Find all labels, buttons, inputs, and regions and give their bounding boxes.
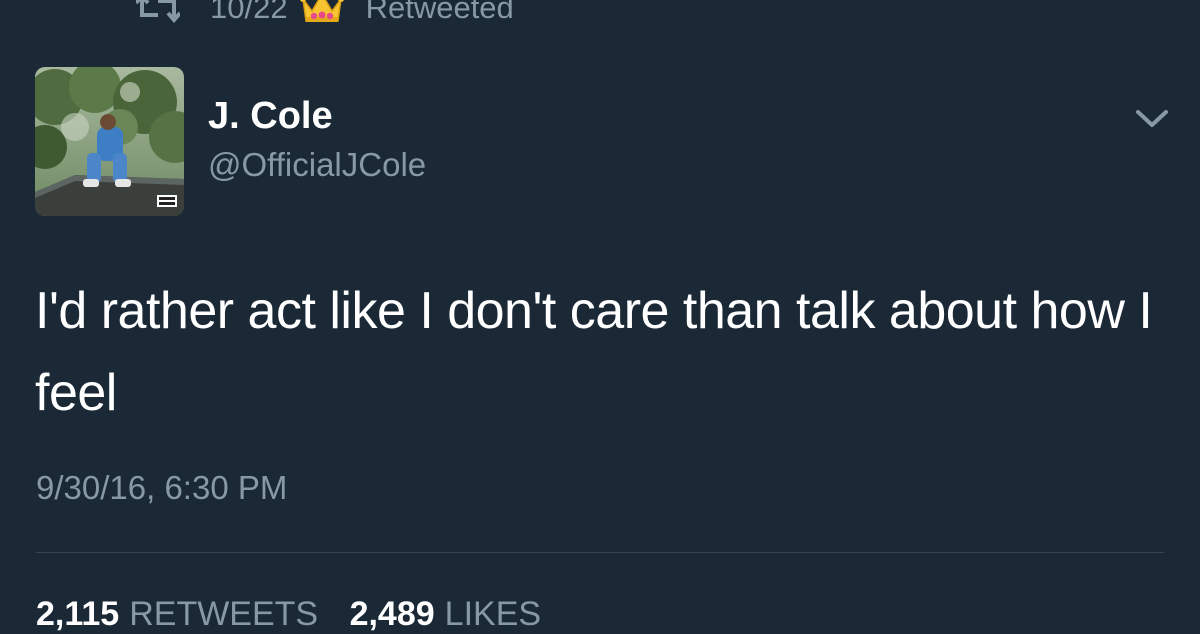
display-name[interactable]: J. Cole [208,96,333,136]
user-handle[interactable]: @OfficialJCole [208,145,426,185]
retweet-status-label: Retweeted [365,0,514,25]
retweeter-name[interactable]: 10/22 [210,0,288,26]
album-cover-image [35,67,184,216]
retweet-icon [136,0,180,23]
divider [36,552,1164,553]
likes-count: 2,489 [349,595,435,633]
likes-stat[interactable]: 2,489 LIKES [350,594,541,634]
retweets-stat[interactable]: 2,115 RETWEETS [36,594,318,634]
retweet-context-bar: 10/22 Retweeted [136,0,514,30]
crown-icon [299,0,344,22]
likes-label: LIKES [444,595,542,633]
tweet-text: I'd rather act like I don't care than ta… [35,282,1153,422]
retweets-count: 2,115 [36,595,120,633]
tweet-timestamp: 9/30/16, 6:30 PM [36,469,288,506]
retweets-label: RETWEETS [129,595,319,633]
profile-avatar[interactable] [35,67,184,216]
engagement-stats: 2,115 RETWEETS 2,489 LIKES [36,594,563,634]
chevron-down-icon[interactable] [1132,104,1172,132]
